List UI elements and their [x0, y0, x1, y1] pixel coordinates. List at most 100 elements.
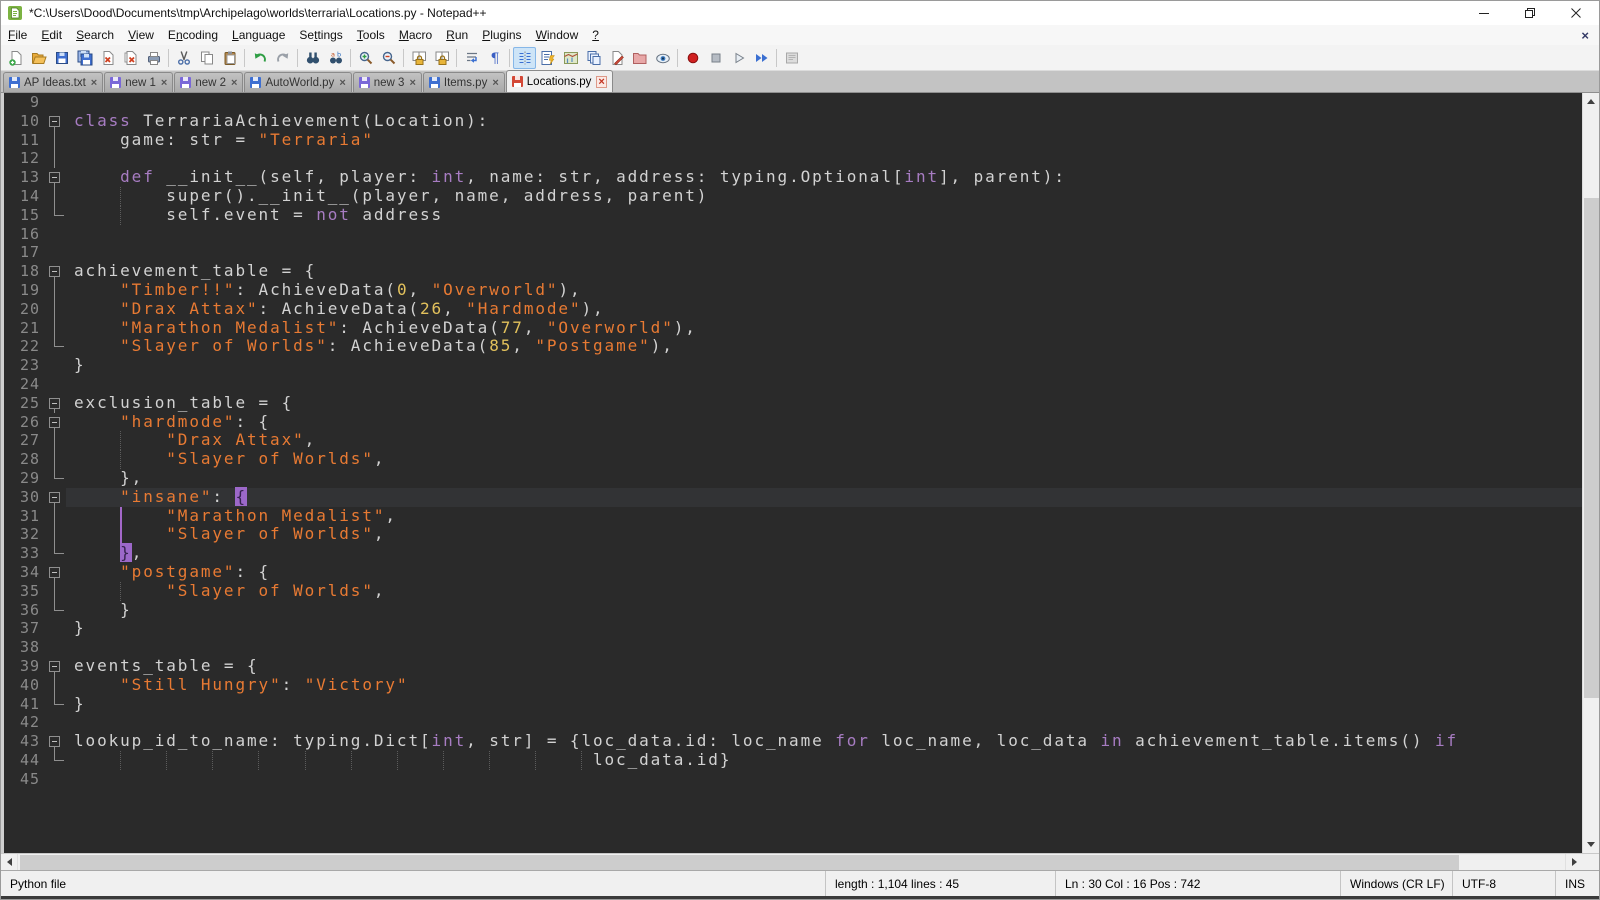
tab-close-icon[interactable]: × [231, 78, 237, 88]
restore-button[interactable] [1507, 1, 1553, 25]
code-line-44[interactable]: 44 loc_data.id} [4, 751, 1582, 770]
scroll-down-arrow-icon[interactable] [1583, 836, 1599, 853]
code-text[interactable]: achievement_table = { [66, 262, 1582, 281]
fold-collapse-icon[interactable] [44, 657, 66, 676]
zoom-out-icon[interactable] [377, 47, 400, 69]
code-line-15[interactable]: 15 self.event = not address [4, 206, 1582, 225]
code-text[interactable]: } [66, 356, 1582, 375]
code-line-17[interactable]: 17 [4, 243, 1582, 262]
code-text[interactable] [66, 713, 1582, 732]
vertical-scrollbar[interactable] [1582, 93, 1599, 853]
tab-items-py[interactable]: Items.py× [423, 72, 505, 92]
code-text[interactable]: "Slayer of Worlds", [66, 450, 1582, 469]
function-list-icon[interactable] [536, 47, 559, 69]
code-editor[interactable]: 910class TerrariaAchievement(Location):1… [4, 93, 1582, 853]
code-line-11[interactable]: 11 game: str = "Terraria" [4, 131, 1582, 150]
code-line-40[interactable]: 40 "Still Hungry": "Victory" [4, 676, 1582, 695]
find-icon[interactable] [301, 47, 324, 69]
monitoring-eye-icon[interactable] [651, 47, 674, 69]
code-line-26[interactable]: 26 "hardmode": { [4, 413, 1582, 432]
tab-close-icon[interactable]: × [409, 78, 415, 88]
code-text[interactable]: "Drax Attax": AchieveData(26, "Hardmode"… [66, 300, 1582, 319]
close-button[interactable] [1553, 1, 1599, 25]
tab-close-icon[interactable]: × [492, 78, 498, 88]
menu-search[interactable]: Search [69, 26, 121, 44]
folder-as-workspace-icon[interactable] [628, 47, 651, 69]
sync-horizontal-icon[interactable] [430, 47, 453, 69]
code-line-29[interactable]: 29 }, [4, 469, 1582, 488]
new-file-icon[interactable] [4, 47, 27, 69]
code-text[interactable]: } [66, 619, 1582, 638]
menu-window[interactable]: Window [529, 26, 586, 44]
code-text[interactable]: class TerrariaAchievement(Location): [66, 112, 1582, 131]
zoom-in-icon[interactable] [354, 47, 377, 69]
code-text[interactable]: super().__init__(player, name, address, … [66, 187, 1582, 206]
code-line-23[interactable]: 23} [4, 356, 1582, 375]
save-icon[interactable] [50, 47, 73, 69]
code-text[interactable] [66, 375, 1582, 394]
code-text[interactable]: "Slayer of Worlds": AchieveData(85, "Pos… [66, 337, 1582, 356]
playback-macro-icon[interactable] [727, 47, 750, 69]
code-line-39[interactable]: 39events_table = { [4, 657, 1582, 676]
horizontal-scrollbar-thumb[interactable] [20, 855, 1459, 870]
fold-collapse-icon[interactable] [44, 563, 66, 582]
paste-icon[interactable] [218, 47, 241, 69]
code-text[interactable]: "Marathon Medalist", [66, 507, 1582, 526]
horizontal-scrollbar[interactable] [1, 853, 1599, 870]
fold-collapse-icon[interactable] [44, 112, 66, 131]
menu-language[interactable]: Language [225, 26, 292, 44]
tab-close-icon[interactable]: × [596, 76, 606, 88]
code-text[interactable]: exclusion_table = { [66, 394, 1582, 413]
code-line-10[interactable]: 10class TerrariaAchievement(Location): [4, 112, 1582, 131]
code-text[interactable] [66, 243, 1582, 262]
code-text[interactable]: loc_data.id} [66, 751, 1582, 770]
close-file-icon[interactable] [96, 47, 119, 69]
tab-new-3[interactable]: new 3× [353, 72, 422, 92]
code-line-41[interactable]: 41} [4, 695, 1582, 714]
tab-close-icon[interactable]: × [339, 78, 345, 88]
redo-icon[interactable] [271, 47, 294, 69]
fold-collapse-icon[interactable] [44, 488, 66, 507]
minimize-button[interactable] [1461, 1, 1507, 25]
code-text[interactable]: "Marathon Medalist": AchieveData(77, "Ov… [66, 319, 1582, 338]
menu-encoding[interactable]: Encoding [161, 26, 225, 44]
code-text[interactable]: }, [66, 544, 1582, 563]
code-line-30[interactable]: 30 "insane": { [4, 488, 1582, 507]
code-text[interactable]: "Slayer of Worlds", [66, 525, 1582, 544]
code-text[interactable]: "Still Hungry": "Victory" [66, 676, 1582, 695]
replace-icon[interactable]: ab [324, 47, 347, 69]
fold-collapse-icon[interactable] [44, 732, 66, 751]
fold-collapse-icon[interactable] [44, 168, 66, 187]
tab-ap-ideas-txt[interactable]: AP Ideas.txt× [3, 72, 103, 92]
code-line-16[interactable]: 16 [4, 225, 1582, 244]
horizontal-scrollbar-track[interactable] [18, 854, 1565, 871]
code-text[interactable]: game: str = "Terraria" [66, 131, 1582, 150]
code-text[interactable]: "hardmode": { [66, 413, 1582, 432]
scroll-right-arrow-icon[interactable] [1565, 854, 1582, 871]
menu-plugins[interactable]: Plugins [475, 26, 528, 44]
code-line-27[interactable]: 27 "Drax Attax", [4, 431, 1582, 450]
undo-icon[interactable] [248, 47, 271, 69]
menu-settings[interactable]: Settings [292, 26, 349, 44]
code-line-18[interactable]: 18achievement_table = { [4, 262, 1582, 281]
document-list-icon[interactable] [582, 47, 605, 69]
code-line-13[interactable]: 13 def __init__(self, player: int, name:… [4, 168, 1582, 187]
run-macro-multiple-icon[interactable] [750, 47, 773, 69]
cut-icon[interactable] [172, 47, 195, 69]
menu-edit[interactable]: Edit [34, 26, 69, 44]
close-all-icon[interactable] [119, 47, 142, 69]
print-icon[interactable] [142, 47, 165, 69]
code-line-38[interactable]: 38 [4, 638, 1582, 657]
status-eol-format[interactable]: Windows (CR LF) [1340, 871, 1452, 896]
code-text[interactable]: "postgame": { [66, 563, 1582, 582]
code-line-37[interactable]: 37} [4, 619, 1582, 638]
code-line-25[interactable]: 25exclusion_table = { [4, 394, 1582, 413]
status-insert-mode[interactable]: INS [1555, 871, 1599, 896]
code-line-35[interactable]: 35 "Slayer of Worlds", [4, 582, 1582, 601]
record-macro-icon[interactable] [681, 47, 704, 69]
copy-icon[interactable] [195, 47, 218, 69]
code-text[interactable]: def __init__(self, player: int, name: st… [66, 168, 1582, 187]
edit-marker-icon[interactable] [605, 47, 628, 69]
fold-collapse-icon[interactable] [44, 413, 66, 432]
code-line-21[interactable]: 21 "Marathon Medalist": AchieveData(77, … [4, 319, 1582, 338]
